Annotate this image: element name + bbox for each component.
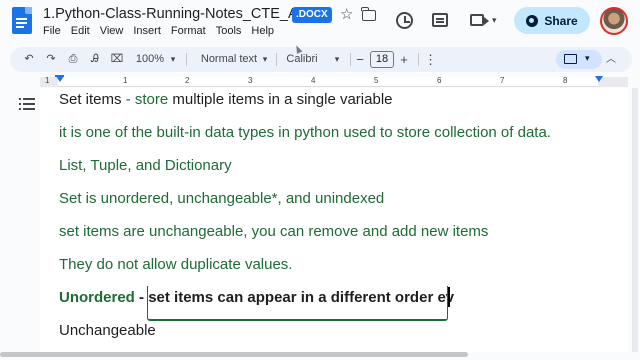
collapse-icon[interactable]: ︿ <box>604 47 618 72</box>
editing-mode-button[interactable]: ▾ <box>556 50 602 69</box>
horizontal-scrollbar[interactable] <box>0 352 468 357</box>
version-history-icon[interactable] <box>396 12 413 29</box>
text-run: multiple items in a single variable <box>172 91 393 108</box>
doc-line-5: set items are unchangeable, you can remo… <box>59 223 489 240</box>
menu-insert[interactable]: Insert <box>133 25 161 39</box>
style-caret-icon[interactable]: ▾ <box>260 47 270 72</box>
divider <box>276 53 277 66</box>
menu-help[interactable]: Help <box>251 25 274 39</box>
move-folder-icon[interactable] <box>361 7 376 21</box>
divider <box>350 53 351 66</box>
divider <box>186 53 187 66</box>
document-title[interactable]: 1.Python-Class-Running-Notes_CTE_AnilM <box>43 6 324 22</box>
ruler-number: 2 <box>185 76 190 85</box>
menu-view[interactable]: View <box>100 25 124 39</box>
font-caret-icon[interactable]: ▾ <box>332 47 342 72</box>
ruler-number: 8 <box>563 76 568 85</box>
star-icon[interactable]: ☆ <box>340 7 356 23</box>
menu-format[interactable]: Format <box>171 25 206 39</box>
doc-line-8: Unchangeable <box>59 322 156 339</box>
decrease-font-size-button[interactable]: − <box>354 47 366 72</box>
toolbar: ↶ ↷ ⎙ Ꭿ ⌧ 100% ▾ Normal text ▾ Calibri ▾… <box>10 47 632 72</box>
doc-line-4: Set is unordered, unchangeable*, and uni… <box>59 190 385 207</box>
title-bar: 1.Python-Class-Running-Notes_CTE_AnilM .… <box>0 0 640 44</box>
text-cursor <box>448 287 450 307</box>
print-icon[interactable]: ⎙ <box>66 47 80 72</box>
ruler-number: 1 <box>45 76 50 85</box>
document-outline-icon[interactable] <box>19 98 35 110</box>
text-highlight-box <box>147 286 448 321</box>
zoom-select[interactable]: 100% <box>134 47 166 72</box>
redo-icon[interactable]: ↷ <box>44 47 58 72</box>
font-size-input[interactable]: 18 <box>370 51 394 68</box>
ruler-number: 1 <box>123 76 128 85</box>
avatar[interactable] <box>600 7 628 35</box>
globe-icon <box>526 14 539 27</box>
undo-icon[interactable]: ↶ <box>22 47 36 72</box>
ruler-page-area <box>58 77 598 87</box>
docs-logo-icon[interactable] <box>12 7 32 34</box>
left-indent-marker[interactable] <box>56 76 64 82</box>
doc-line-2: it is one of the built-in data types in … <box>59 124 551 141</box>
right-indent-marker[interactable] <box>595 76 603 82</box>
doc-line-3: List, Tuple, and Dictionary <box>59 157 232 174</box>
more-options-icon[interactable]: ⋮ <box>424 47 437 72</box>
text-run: Set items <box>59 91 122 108</box>
menu-tools[interactable]: Tools <box>216 25 242 39</box>
ruler-number: 5 <box>374 76 379 85</box>
meet-dropdown-icon[interactable]: ▾ <box>492 15 497 26</box>
editing-mode-icon <box>564 54 577 64</box>
meet-icon[interactable] <box>470 14 489 26</box>
doc-line-6: They do not allow duplicate values. <box>59 256 293 273</box>
ruler-number: 7 <box>500 76 505 85</box>
ruler-number: 3 <box>248 76 253 85</box>
text-run: - store <box>121 91 173 108</box>
editing-mode-caret-icon: ▾ <box>585 53 590 63</box>
paint-format-icon[interactable]: ⌧ <box>110 47 124 72</box>
menu-bar: File Edit View Insert Format Tools Help <box>43 25 284 39</box>
doc-line-1: Set items - store multiple items in a si… <box>59 91 393 108</box>
zoom-caret-icon[interactable]: ▾ <box>168 47 178 72</box>
text-run: Unordered <box>59 289 135 306</box>
divider <box>418 53 419 66</box>
menu-file[interactable]: File <box>43 25 61 39</box>
spellcheck-icon[interactable]: Ꭿ <box>88 47 102 72</box>
comment-icon[interactable] <box>432 13 448 27</box>
ruler[interactable]: 1 1 2 3 4 5 6 7 8 <box>0 75 640 87</box>
share-button[interactable]: Share <box>514 7 590 34</box>
google-docs-window: 1.Python-Class-Running-Notes_CTE_AnilM .… <box>0 0 640 360</box>
vertical-scrollbar[interactable] <box>632 88 638 352</box>
ruler-number: 6 <box>437 76 442 85</box>
ruler-number: 4 <box>311 76 316 85</box>
increase-font-size-button[interactable]: + <box>398 47 410 72</box>
menu-edit[interactable]: Edit <box>71 25 90 39</box>
file-format-badge: .DOCX <box>292 7 332 23</box>
share-label: Share <box>544 13 578 28</box>
paragraph-style-select[interactable]: Normal text <box>194 47 264 72</box>
